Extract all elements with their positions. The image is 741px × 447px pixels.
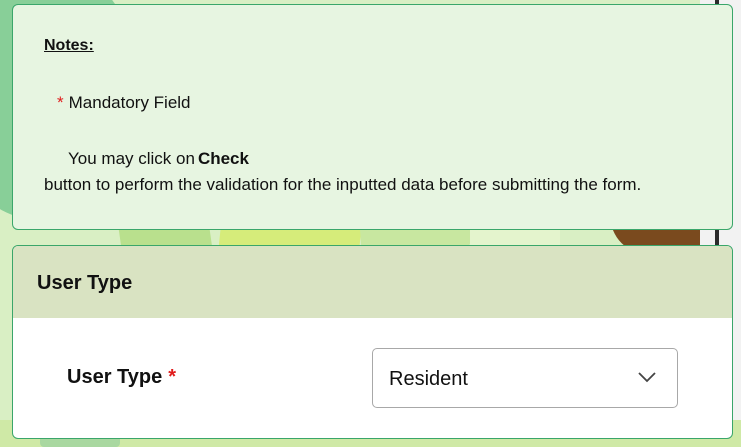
notes-title: Notes: bbox=[44, 37, 94, 54]
user-type-section-header: User Type bbox=[13, 246, 732, 318]
check-note-suffix: button to perform the validation for the… bbox=[44, 175, 642, 194]
required-asterisk: * bbox=[57, 93, 64, 112]
user-type-label-text: User Type bbox=[67, 366, 163, 388]
user-type-label: User Type * bbox=[67, 366, 176, 389]
check-note-prefix: You may click on bbox=[68, 149, 195, 168]
mandatory-note-text: Mandatory Field bbox=[68, 93, 191, 112]
check-keyword: Check bbox=[197, 149, 249, 168]
user-type-select-value: Resident bbox=[389, 368, 468, 390]
user-type-select[interactable]: Resident bbox=[372, 348, 678, 408]
check-note: You may click on Check bbox=[68, 149, 249, 169]
notes-panel: Notes: * Mandatory Field You may click on… bbox=[12, 4, 733, 230]
mandatory-note: * Mandatory Field bbox=[57, 93, 191, 113]
section-title: User Type bbox=[37, 272, 133, 294]
required-asterisk: * bbox=[168, 366, 177, 388]
user-type-panel: User Type User Type * Resident bbox=[12, 245, 733, 439]
chevron-down-icon bbox=[638, 372, 656, 383]
